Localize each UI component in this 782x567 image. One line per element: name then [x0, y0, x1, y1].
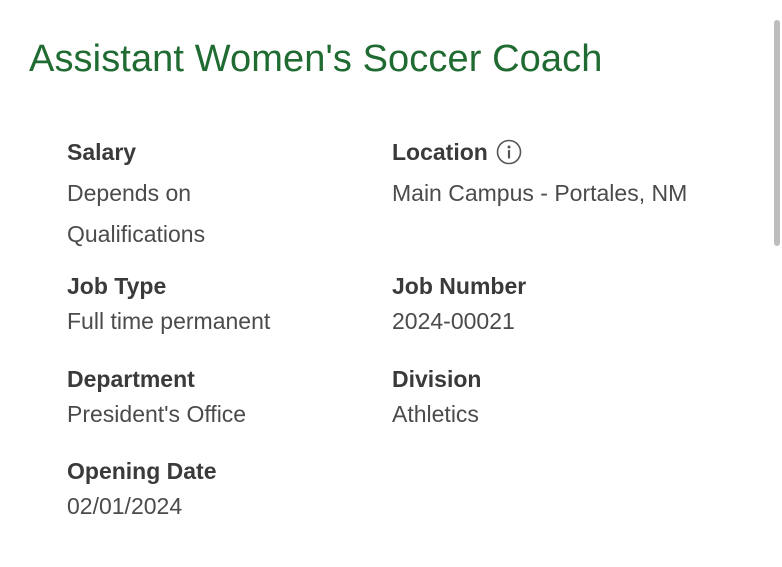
opening-date-label: Opening Date: [67, 458, 217, 484]
location-label-row: Location: [392, 137, 692, 167]
job-type-value: Full time permanent: [67, 308, 271, 334]
division-value: Athletics: [392, 401, 479, 427]
location-field: Location Main Campus - Portales, NM: [392, 137, 692, 214]
department-label: Department: [67, 366, 195, 392]
job-type-field: Job Type Full time permanent: [67, 271, 367, 342]
division-label: Division: [392, 366, 482, 392]
opening-date-value: 02/01/2024: [67, 493, 183, 519]
division-field: Division Athletics: [392, 364, 692, 435]
location-label: Location: [392, 139, 488, 165]
job-type-label: Job Type: [67, 273, 167, 299]
salary-label: Salary: [67, 139, 137, 165]
salary-field: Salary Depends on Qualifications: [67, 137, 367, 255]
info-icon[interactable]: [496, 139, 522, 165]
location-value: Main Campus - Portales, NM: [392, 180, 688, 206]
page-title: Assistant Women's Soccer Coach: [29, 38, 603, 80]
salary-value: Depends on Qualifications: [67, 180, 206, 247]
department-field: Department President's Office: [67, 364, 367, 435]
job-number-field: Job Number 2024-00021: [392, 271, 692, 342]
scrollbar[interactable]: [772, 0, 782, 567]
job-number-label: Job Number: [392, 273, 527, 299]
opening-date-field: Opening Date 02/01/2024: [67, 456, 367, 527]
department-value: President's Office: [67, 401, 247, 427]
job-number-value: 2024-00021: [392, 308, 515, 334]
scrollbar-thumb[interactable]: [774, 20, 780, 246]
